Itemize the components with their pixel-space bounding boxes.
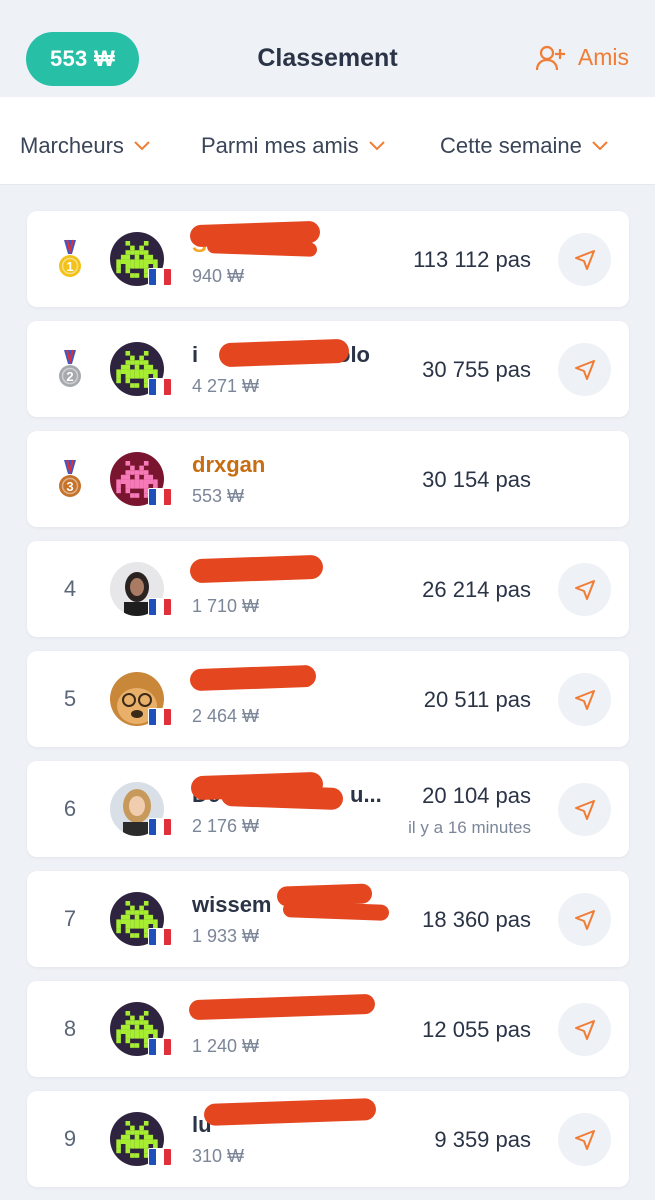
- svg-text:3: 3: [66, 479, 73, 494]
- filter-period[interactable]: Cette semaine: [440, 133, 608, 159]
- redaction-mark: [189, 664, 317, 692]
- top-bar: 553 ₩ Classement Amis: [0, 0, 655, 97]
- svg-text:1: 1: [66, 259, 73, 274]
- france-flag-icon: [148, 708, 172, 726]
- player-coins: 1 240 ₩: [192, 1036, 260, 1056]
- step-count: 9 359 pas: [434, 1127, 531, 1152]
- chevron-down-icon: [134, 141, 150, 151]
- leaderboard-list: 1Su940 ₩113 112 pas2iolo4 271 ₩30 755 pa…: [27, 211, 629, 1200]
- player-name[interactable]: wissem: [192, 892, 272, 918]
- filter-scope[interactable]: Parmi mes amis: [201, 133, 385, 159]
- player-name[interactable]: drxgan: [192, 452, 265, 478]
- rank-number: 7: [63, 906, 77, 931]
- player-coins: 4 271 ₩: [192, 376, 260, 396]
- filter-label: Cette semaine: [440, 133, 582, 158]
- send-icon: [574, 689, 595, 710]
- player-coins: 553 ₩: [192, 486, 245, 506]
- silver-medal-icon: 2: [53, 349, 87, 389]
- leaderboard-row[interactable]: 9 lu 310 ₩9 359 pas: [27, 1091, 629, 1187]
- leaderboard-row[interactable]: 7 wissem 1 933 ₩ 18 360 pas: [27, 871, 629, 967]
- player-name[interactable]: i: [192, 342, 198, 368]
- player-coins: 940 ₩: [192, 266, 245, 286]
- add-friend-icon: [535, 45, 565, 70]
- leaderboard-row[interactable]: 8 1 240 ₩ 12 055 pas: [27, 981, 629, 1077]
- friends-button[interactable]: Amis: [535, 44, 629, 71]
- redaction-mark: [220, 783, 344, 811]
- redaction-mark: [282, 901, 390, 921]
- filter-label: Marcheurs: [20, 133, 124, 158]
- france-flag-icon: [148, 1148, 172, 1166]
- send-icon: [574, 799, 595, 820]
- redaction-mark: [188, 993, 376, 1021]
- gold-medal-icon: 1: [53, 239, 87, 279]
- france-flag-icon: [148, 818, 172, 836]
- redaction-mark: [206, 239, 318, 257]
- step-count: 12 055 pas: [422, 1017, 531, 1042]
- step-count: 20 104 pas: [422, 783, 531, 808]
- rank-number: 9: [63, 1126, 77, 1151]
- chevron-down-icon: [368, 141, 385, 151]
- step-count: 18 360 pas: [422, 907, 531, 932]
- player-coins: 310 ₩: [192, 1146, 245, 1166]
- rank-number: 4: [63, 576, 77, 601]
- send-message-button[interactable]: [558, 783, 611, 836]
- friends-label: Amis: [577, 44, 629, 70]
- send-icon: [574, 1019, 595, 1040]
- player-coins: 1 933 ₩: [192, 926, 260, 946]
- send-message-button[interactable]: [558, 343, 611, 396]
- player-name-tail: u...: [350, 782, 382, 807]
- france-flag-icon: [148, 1038, 172, 1056]
- redaction-mark: [203, 1098, 377, 1126]
- step-count: 26 214 pas: [422, 577, 531, 602]
- leaderboard-row[interactable]: 3 drxgan 553 ₩ 30 154 pas: [27, 431, 629, 527]
- send-message-button[interactable]: [558, 893, 611, 946]
- france-flag-icon: [148, 268, 172, 286]
- leaderboard-row[interactable]: 4 1 710 ₩ 26 214 pas: [27, 541, 629, 637]
- rank-number: 6: [63, 796, 77, 821]
- rank-number: 8: [63, 1016, 77, 1041]
- player-coins: 2 176 ₩: [192, 816, 260, 836]
- send-message-button[interactable]: [558, 233, 611, 286]
- rank-number: 5: [63, 686, 77, 711]
- bronze-medal-icon: 3: [53, 459, 87, 499]
- redaction-mark: [189, 554, 324, 584]
- france-flag-icon: [148, 598, 172, 616]
- player-coins: 1 710 ₩: [192, 596, 260, 616]
- svg-text:2: 2: [66, 369, 73, 384]
- send-icon: [574, 1129, 595, 1150]
- step-count: 30 755 pas: [422, 357, 531, 382]
- send-message-button[interactable]: [558, 1003, 611, 1056]
- send-message-button[interactable]: [558, 673, 611, 726]
- send-icon: [574, 579, 595, 600]
- leaderboard-row[interactable]: 1Su940 ₩113 112 pas: [27, 211, 629, 307]
- send-message-button[interactable]: [558, 1113, 611, 1166]
- chevron-down-icon: [592, 141, 608, 151]
- step-count: 113 112 pas: [413, 247, 531, 272]
- leaderboard-row[interactable]: 6Deu...2 176 ₩20 104 pasil y a 16 minute…: [27, 761, 629, 857]
- send-icon: [574, 909, 595, 930]
- send-message-button[interactable]: [558, 563, 611, 616]
- step-count: 20 511 pas: [423, 687, 531, 712]
- leaderboard-row[interactable]: 2 i olo 4 271 ₩30 755 pas: [27, 321, 629, 417]
- send-icon: [574, 249, 595, 270]
- filter-walkers[interactable]: Marcheurs: [20, 133, 150, 159]
- send-icon: [574, 359, 595, 380]
- leaderboard-row[interactable]: 5 2 464 ₩ 20 511 pas: [27, 651, 629, 747]
- filter-bar: Marcheurs Parmi mes amis Cette semaine: [0, 97, 655, 185]
- redaction-mark: [218, 338, 350, 368]
- player-coins: 2 464 ₩: [192, 706, 260, 726]
- france-flag-icon: [148, 928, 172, 946]
- step-count: 30 154 pas: [422, 467, 531, 492]
- last-update-time: il y a 16 minutes: [408, 818, 531, 837]
- france-flag-icon: [148, 378, 172, 396]
- filter-label: Parmi mes amis: [201, 133, 359, 158]
- france-flag-icon: [148, 488, 172, 506]
